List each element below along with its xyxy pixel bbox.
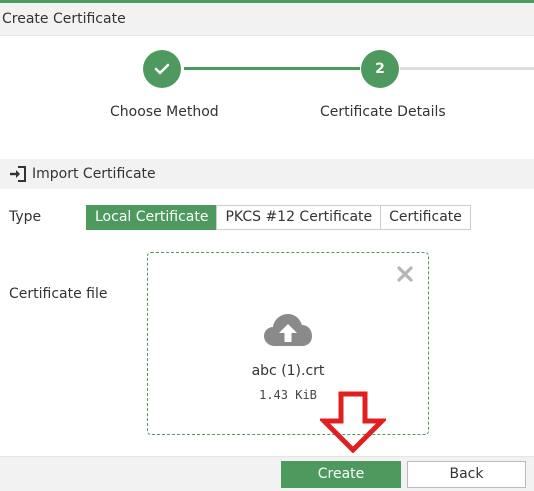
step-connector-pending [400, 67, 534, 70]
import-icon [9, 166, 27, 182]
section-title: Import Certificate [32, 166, 156, 182]
section-header: Import Certificate [0, 159, 534, 189]
type-option-local-certificate[interactable]: Local Certificate [86, 205, 218, 230]
file-dropzone[interactable]: abc (1).crt 1.43 KiB [147, 252, 429, 435]
close-icon[interactable] [396, 265, 414, 283]
type-selector: Local Certificate PKCS #12 Certificate C… [86, 205, 471, 230]
step-1-indicator [143, 50, 181, 88]
step-2-number: 2 [375, 61, 385, 77]
back-button[interactable]: Back [407, 461, 526, 488]
step-1-label: Choose Method [110, 104, 219, 120]
file-size: 1.43 KiB [259, 388, 317, 402]
red-down-arrow-icon [320, 391, 386, 453]
type-option-certificate[interactable]: Certificate [380, 205, 471, 230]
step-2-indicator: 2 [361, 50, 399, 88]
step-2-label: Certificate Details [320, 104, 446, 120]
checkmark-icon [154, 63, 170, 75]
step-connector-done [184, 67, 360, 70]
create-button[interactable]: Create [281, 461, 401, 488]
certificate-file-label: Certificate file [9, 286, 108, 302]
type-label: Type [9, 209, 42, 225]
cloud-upload-icon [264, 314, 312, 346]
type-option-pkcs12-certificate[interactable]: PKCS #12 Certificate [216, 205, 382, 230]
dialog-title: Create Certificate [0, 3, 534, 36]
file-name: abc (1).crt [251, 363, 325, 379]
